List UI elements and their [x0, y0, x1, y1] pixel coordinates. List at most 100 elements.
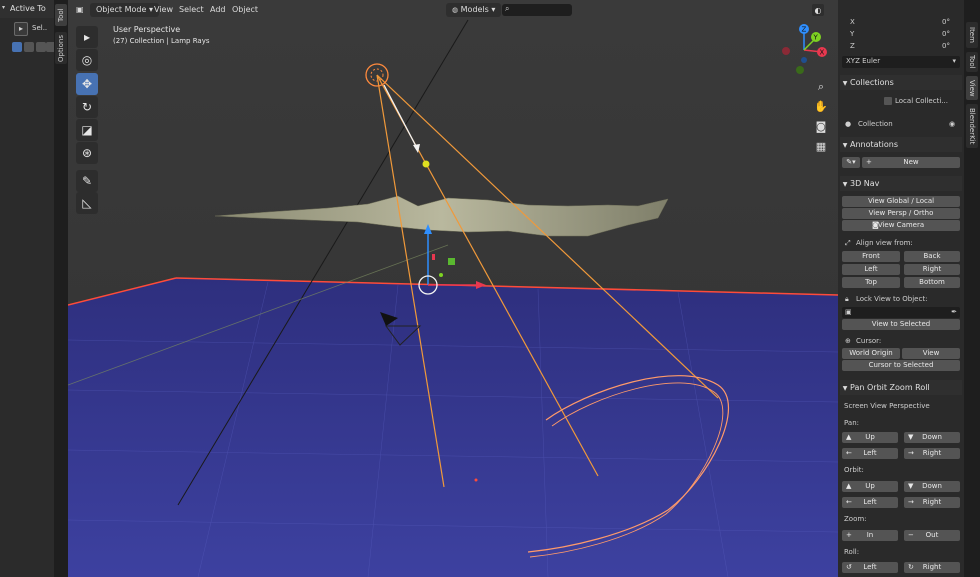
editor-type-icon[interactable]: ▣	[76, 3, 88, 17]
collection-item-label[interactable]: Collection	[858, 120, 893, 128]
rotation-y-value[interactable]: 0°	[942, 30, 950, 38]
annotate-tool[interactable]: ✎	[76, 170, 98, 192]
eyedropper-icon[interactable]: ✒	[951, 308, 957, 316]
ortho-grid-icon[interactable]: ▦	[812, 137, 830, 155]
world-origin-button[interactable]: World Origin	[842, 348, 900, 359]
select-box-icon: ▸	[83, 30, 91, 44]
menu-view[interactable]: View	[154, 3, 173, 17]
transform-tool[interactable]: ⊛	[76, 142, 98, 164]
cursor-tool[interactable]: ◎	[76, 49, 98, 71]
lock-view-label: Lock View to Object:	[856, 295, 928, 303]
zoom-icon[interactable]: ⌕	[812, 78, 830, 96]
rotation-x-value[interactable]: 0°	[942, 18, 950, 26]
orbit-left-button[interactable]: ← Left	[842, 497, 898, 508]
catalog-dropdown[interactable]: ◍ Models ▾	[446, 3, 502, 17]
align-front-button[interactable]: Front	[842, 251, 900, 262]
light-target-handle[interactable]	[422, 160, 430, 168]
camera-view-icon[interactable]: ◙	[812, 117, 830, 135]
visibility-icon[interactable]: ◐	[812, 4, 824, 16]
rotation-mode-dropdown[interactable]: XYZ Euler ▾	[842, 56, 960, 68]
collections-title: Collections	[850, 78, 894, 87]
new-annotation-button[interactable]: + New	[862, 157, 960, 168]
3d-nav-panel-header[interactable]: ▼ 3D Nav	[840, 176, 962, 191]
navigation-gizmo[interactable]: Z X Y	[776, 20, 836, 82]
active-tool-header[interactable]: ▾ Active To	[0, 0, 54, 18]
orbit-right-button[interactable]: → Right	[904, 497, 960, 508]
orbit-up-button[interactable]: ▲ Up	[842, 481, 898, 492]
align-right-button[interactable]: Right	[904, 264, 960, 275]
minus-icon: −	[908, 531, 914, 539]
cursor-icon: ◎	[81, 53, 93, 67]
cursor-view-button[interactable]: View	[902, 348, 960, 359]
collections-panel-header[interactable]: ▼ Collections	[840, 75, 962, 90]
mode-dropdown[interactable]: Object Mode ▾	[90, 3, 159, 17]
viewport-scene	[68, 0, 838, 577]
tab-item[interactable]: Item	[966, 22, 978, 48]
align-top-button[interactable]: Top	[842, 277, 900, 288]
pan-right-button[interactable]: → Right	[904, 448, 960, 459]
pan-orbit-panel-header[interactable]: ▼ Pan Orbit Zoom Roll	[840, 380, 962, 395]
arrow-down-icon: ▼	[908, 482, 914, 490]
pan-left-label: Left	[863, 449, 877, 457]
tab-options[interactable]: Options	[55, 32, 67, 64]
move-tool[interactable]: ✥	[76, 73, 98, 95]
roll-left-button[interactable]: ↺ Left	[842, 562, 898, 573]
tab-blenderkit[interactable]: BlenderKit	[966, 104, 978, 148]
scale-tool[interactable]: ◪	[76, 119, 98, 141]
select-extend-icon[interactable]	[24, 42, 34, 52]
pan-down-button[interactable]: ▼ Down	[904, 432, 960, 443]
view-camera-button[interactable]: ◙ View Camera	[842, 220, 960, 231]
measure-tool[interactable]: ◺	[76, 192, 98, 214]
align-left-button[interactable]: Left	[842, 264, 900, 275]
pan-up-button[interactable]: ▲ Up	[842, 432, 898, 443]
roll-left-label: Left	[863, 563, 877, 571]
menu-select[interactable]: Select	[179, 3, 204, 17]
select-mode-buttons[interactable]	[12, 42, 56, 54]
view-persp-ortho-button[interactable]: View Persp / Ortho	[842, 208, 960, 219]
tab-tool[interactable]: Tool	[966, 52, 978, 72]
zoom-out-button[interactable]: − Out	[904, 530, 960, 541]
view-global-local-button[interactable]: View Global / Local	[842, 196, 960, 207]
roll-right-button[interactable]: ↻ Right	[904, 562, 960, 573]
select-box-tool[interactable]: ▸	[76, 26, 98, 48]
orbit-down-button[interactable]: ▼ Down	[904, 481, 960, 492]
tab-view[interactable]: View	[966, 76, 978, 100]
active-tool-label: Sel..	[32, 24, 48, 32]
annotation-tool-icon[interactable]: ✎▾	[842, 157, 860, 168]
zoom-in-button[interactable]: + In	[842, 530, 898, 541]
collapse-arrow-icon[interactable]: ▾	[2, 4, 5, 11]
gizmo-plane-handle[interactable]	[448, 258, 455, 265]
menu-object[interactable]: Object	[232, 3, 258, 17]
select-subtract-icon[interactable]	[36, 42, 46, 52]
gizmo-neg-z-icon[interactable]	[801, 57, 807, 63]
local-collection-checkbox[interactable]	[884, 97, 892, 105]
lock-object-field[interactable]: ▣ ✒	[842, 307, 960, 318]
menu-add[interactable]: Add	[210, 3, 226, 17]
bullet-icon: ●	[845, 120, 852, 128]
gizmo-z-label: Z	[802, 26, 807, 34]
viewport-header: ▣ Object Mode ▾ View Select Add Object ◍…	[68, 0, 838, 20]
select-new-icon[interactable]	[12, 42, 22, 52]
cursor-to-selected-button[interactable]: Cursor to Selected	[842, 360, 960, 371]
rotation-z-value[interactable]: 0°	[942, 42, 950, 50]
active-tool-item[interactable]: ▸ Sel..	[14, 22, 52, 36]
3d-viewport[interactable]	[68, 0, 838, 577]
align-back-button[interactable]: Back	[904, 251, 960, 262]
align-bottom-button[interactable]: Bottom	[904, 277, 960, 288]
rotate-tool[interactable]: ↻	[76, 96, 98, 118]
gizmo-x-plane-handle[interactable]	[432, 254, 435, 260]
eye-icon[interactable]: ◉	[949, 120, 955, 128]
measure-icon: ◺	[82, 196, 92, 210]
pan-down-label: Down	[922, 433, 942, 441]
orbit-right-label: Right	[922, 498, 942, 506]
search-input[interactable]: ⌕	[502, 4, 572, 16]
annotations-panel-header[interactable]: ▼ Annotations	[840, 137, 962, 152]
view-to-selected-button[interactable]: View to Selected	[842, 319, 960, 330]
gizmo-neg-y-icon[interactable]	[796, 66, 804, 74]
gizmo-y-handle[interactable]	[439, 273, 443, 277]
pan-hand-icon[interactable]: ✋	[812, 97, 830, 115]
pan-left-button[interactable]: ← Left	[842, 448, 898, 459]
tab-tool[interactable]: Tool	[55, 4, 67, 26]
gizmo-neg-x-icon[interactable]	[782, 47, 790, 55]
floor-plane[interactable]	[68, 278, 838, 577]
